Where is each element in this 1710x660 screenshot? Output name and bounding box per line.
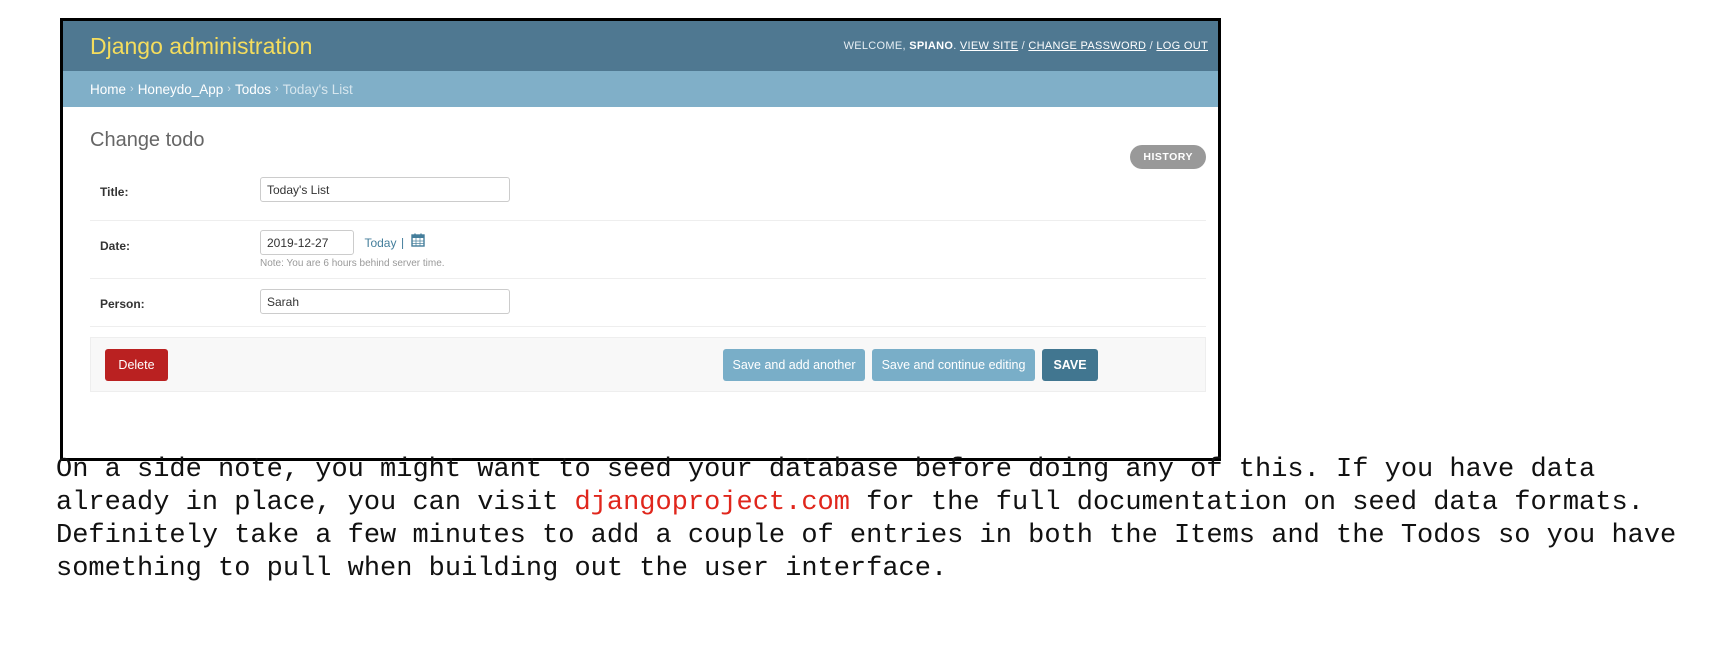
username: SPIANO (909, 40, 954, 52)
form-row-person: Person: (90, 279, 1206, 327)
submit-row: Delete Save and add another Save and con… (90, 337, 1206, 392)
welcome-text: WELCOME, (843, 40, 906, 52)
breadcrumb: Home › Honeydo_App › Todos › Today's Lis… (63, 71, 1218, 107)
article-paragraph: On a side note, you might want to seed y… (56, 454, 1696, 586)
breadcrumb-model-link[interactable]: Todos (235, 82, 271, 97)
user-tools: WELCOME, SPIANO. VIEW SITE / CHANGE PASS… (843, 40, 1208, 52)
user-tools-separator: / (1021, 40, 1025, 52)
date-label: Date: (100, 239, 131, 253)
breadcrumb-separator: › (274, 83, 279, 95)
form-row-date: Date: Today | No (90, 221, 1206, 279)
calendar-icon[interactable] (410, 233, 425, 252)
timezone-note: Note: You are 6 hours behind server time… (260, 258, 445, 269)
title-label: Title: (100, 185, 129, 199)
person-input[interactable] (260, 289, 510, 314)
breadcrumb-home-link[interactable]: Home (90, 82, 126, 97)
save-button[interactable]: SAVE (1042, 349, 1098, 381)
djangoproject-link[interactable]: djangoproject.com (574, 488, 849, 518)
log-out-link[interactable]: LOG OUT (1156, 40, 1208, 52)
history-button[interactable]: HISTORY (1130, 145, 1206, 169)
today-link[interactable]: Today (364, 236, 396, 250)
date-input[interactable] (260, 230, 354, 255)
title-input[interactable] (260, 177, 510, 202)
breadcrumb-separator: › (227, 83, 231, 95)
django-admin-screenshot: Django administration WELCOME, SPIANO. V… (60, 18, 1221, 461)
change-form: Change todo HISTORY Title: Date: Today | (63, 129, 1218, 327)
user-tools-separator: / (1149, 40, 1154, 52)
admin-header: Django administration WELCOME, SPIANO. V… (63, 21, 1218, 71)
page-title: Change todo (90, 129, 205, 151)
person-label: Person: (100, 297, 145, 311)
breadcrumb-separator: › (130, 83, 134, 95)
save-and-add-another-button[interactable]: Save and add another (723, 349, 865, 381)
site-branding[interactable]: Django administration (90, 33, 312, 60)
breadcrumb-current: Today's List (282, 81, 353, 97)
form-row-title: Title: (90, 169, 1206, 221)
change-password-link[interactable]: CHANGE PASSWORD (1028, 40, 1146, 52)
date-shortcut-separator: | (400, 235, 405, 250)
breadcrumb-app-link[interactable]: Honeydo_App (138, 82, 224, 97)
save-and-continue-button[interactable]: Save and continue editing (872, 349, 1035, 381)
delete-button[interactable]: Delete (105, 349, 168, 381)
view-site-link[interactable]: VIEW SITE (960, 40, 1018, 52)
